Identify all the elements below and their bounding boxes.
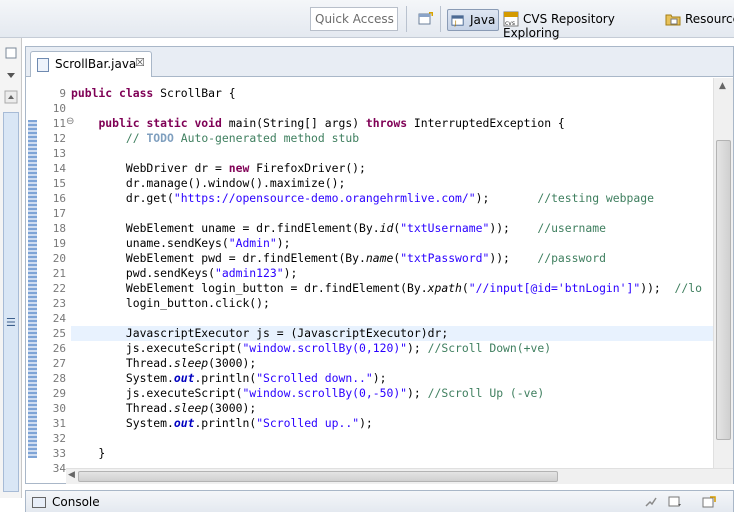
toolbar-separator — [440, 6, 441, 32]
line-number: 11 — [52, 117, 66, 130]
line-number: 27 — [52, 357, 66, 370]
code-line[interactable]: dr.get("https://opensource-demo.orangehr… — [71, 191, 654, 206]
left-panel-scrollbar[interactable] — [3, 112, 19, 492]
view-menu-icon[interactable] — [4, 68, 18, 82]
perspective-resource-label: Resource — [685, 12, 734, 26]
ruler-change-band — [28, 120, 37, 458]
code-line[interactable]: pwd.sendKeys("admin123"); — [71, 266, 297, 281]
line-number: 21 — [52, 267, 66, 280]
code-line[interactable]: dr.manage().window().maximize(); — [71, 176, 345, 191]
main-toolbar: Quick Access J Java cvs CVS Repository E… — [0, 0, 734, 40]
line-number: 25 — [52, 327, 66, 340]
perspective-java-button[interactable]: J Java — [447, 9, 499, 31]
line-number: 28 — [52, 372, 66, 385]
cvs-repository-icon: cvs — [503, 11, 519, 27]
perspective-java-label: Java — [470, 13, 496, 27]
perspective-resource-button[interactable]: Resource — [665, 9, 734, 31]
java-perspective-icon: J — [451, 15, 464, 27]
line-number: 33 — [52, 447, 66, 460]
code-line[interactable]: System.out.println("Scrolled up.."); — [71, 416, 373, 431]
console-tab-label: Console — [52, 495, 100, 509]
line-number-gutter: 9 10 11 12 13 14 15 16 17 18 19 20 21 22 23 24 25 26 27 28 2… — [40, 78, 75, 475]
close-tab-icon[interactable]: ☒ — [135, 56, 145, 69]
line-number: 9 — [59, 87, 66, 100]
line-number: 32 — [52, 432, 66, 445]
vertical-scrollbar[interactable]: ▲ — [713, 78, 733, 468]
code-line[interactable]: JavascriptExecutor js = (JavascriptExecu… — [71, 326, 713, 341]
line-number: 26 — [52, 342, 66, 355]
line-number: 16 — [52, 192, 66, 205]
code-editor[interactable]: public class ScrollBar { public static v… — [71, 78, 713, 468]
line-number: 15 — [52, 177, 66, 190]
editor-tab-strip: ScrollBar.java ☒ — [26, 47, 733, 77]
code-line[interactable]: js.executeScript("window.scrollBy(0,-50)… — [71, 386, 544, 401]
code-line[interactable]: Thread.sleep(3000); — [71, 356, 256, 371]
code-line[interactable]: public class ScrollBar { — [71, 86, 236, 101]
overview-ruler — [26, 78, 39, 468]
console-icon — [32, 497, 46, 508]
line-number: 24 — [52, 312, 66, 325]
code-line[interactable]: System.out.println("Scrolled down.."); — [71, 371, 387, 386]
code-line[interactable]: WebElement pwd = dr.findElement(By.name(… — [71, 251, 606, 266]
pin-console-icon[interactable] — [644, 496, 658, 508]
resource-folder-icon — [665, 14, 681, 26]
toolbar-separator — [406, 6, 407, 32]
java-file-icon — [37, 58, 49, 72]
code-line[interactable]: WebElement uname = dr.findElement(By.id(… — [71, 221, 606, 236]
display-console-icon[interactable] — [668, 496, 682, 508]
line-number: 14 — [52, 162, 66, 175]
perspective-cvs-label: CVS Repository Exploring — [503, 12, 615, 40]
code-line[interactable]: WebElement login_button = dr.findElement… — [71, 281, 702, 296]
scroll-up-icon[interactable]: ▲ — [719, 81, 726, 91]
editor-area: ScrollBar.java ☒ 9 10 11 12 13 14 15 16 17 18 19 20… — [25, 46, 734, 484]
code-line[interactable]: Thread.sleep(3000); — [71, 401, 256, 416]
line-number: 17 — [52, 207, 66, 220]
perspective-cvs-button[interactable]: cvs CVS Repository Exploring — [503, 9, 659, 40]
line-number: 19 — [52, 237, 66, 250]
code-line[interactable]: login_button.click(); — [71, 296, 270, 311]
console-tab[interactable]: Console — [32, 495, 100, 509]
code-line[interactable]: // TODO Auto-generated method stub — [71, 131, 359, 146]
code-line[interactable]: WebDriver dr = new FirefoxDriver(); — [71, 161, 366, 176]
line-number: 31 — [52, 417, 66, 430]
tab-scrollbar-java[interactable]: ScrollBar.java ☒ — [30, 51, 152, 77]
line-number: 34 — [52, 462, 66, 475]
line-number: 23 — [52, 297, 66, 310]
line-number: 22 — [52, 282, 66, 295]
svg-text:cvs: cvs — [505, 20, 515, 27]
line-number: 20 — [52, 252, 66, 265]
code-line[interactable]: js.executeScript("window.scrollBy(0,120)… — [71, 341, 551, 356]
code-line[interactable]: uname.sendKeys("Admin"); — [71, 236, 291, 251]
vertical-scroll-thumb[interactable] — [716, 140, 731, 440]
tab-label: ScrollBar.java — [55, 57, 137, 71]
left-trim-panel: ☰ — [0, 38, 22, 498]
line-number: 29 — [52, 387, 66, 400]
left-panel-grip-icon: ☰ — [6, 316, 16, 329]
line-number: 30 — [52, 402, 66, 415]
line-number: 12 — [52, 132, 66, 145]
scroll-up-arrow-icon[interactable] — [4, 90, 18, 104]
line-number: 13 — [52, 147, 66, 160]
line-number: 10 — [52, 102, 66, 115]
scroll-left-icon[interactable]: ◀ — [68, 470, 75, 480]
code-line[interactable]: } — [71, 446, 105, 461]
open-console-icon[interactable] — [702, 496, 716, 508]
horizontal-scroll-thumb[interactable] — [78, 471, 558, 482]
console-panel-bar: Console — [25, 490, 734, 512]
horizontal-scrollbar[interactable]: ◀ — [66, 468, 733, 484]
svg-text:J: J — [454, 19, 457, 27]
line-number: 18 — [52, 222, 66, 235]
panel-restore-icon[interactable] — [4, 46, 18, 60]
open-perspective-icon[interactable] — [418, 11, 434, 27]
code-line[interactable]: public static void main(String[] args) t… — [71, 116, 564, 131]
quick-access-input[interactable]: Quick Access — [310, 7, 398, 31]
